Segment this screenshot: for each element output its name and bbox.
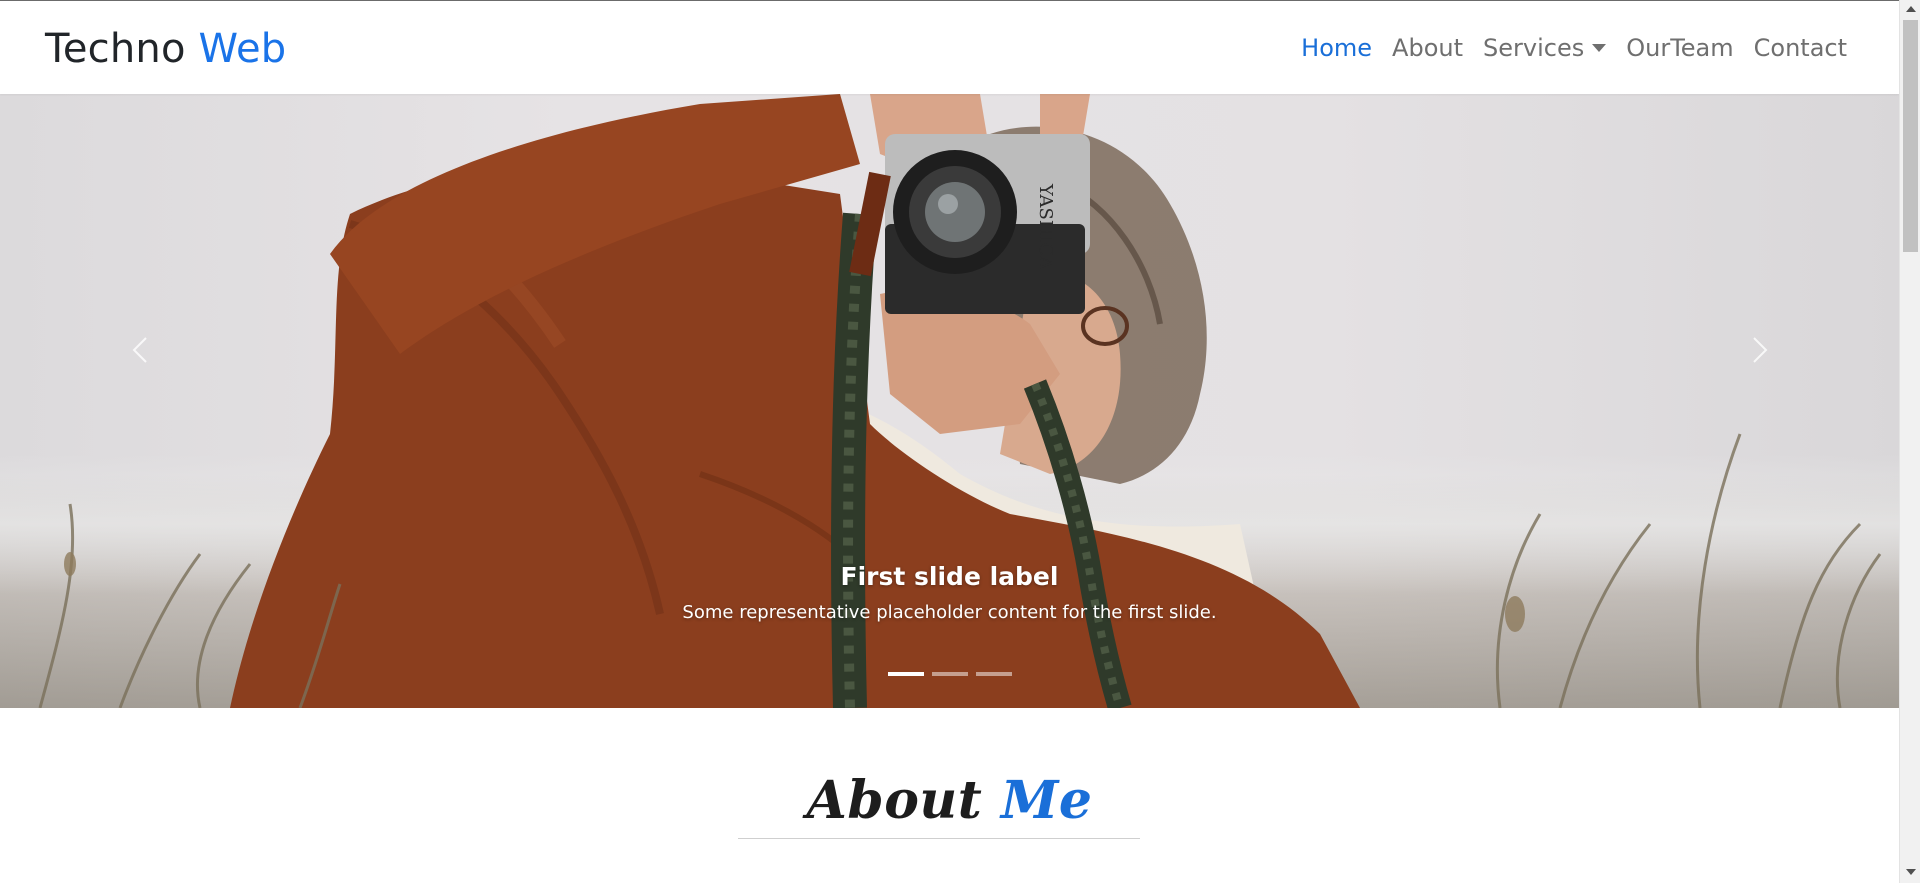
- page-scrollbar[interactable]: [1899, 0, 1920, 883]
- chevron-left-icon: [132, 337, 147, 363]
- nav-ourteam[interactable]: OurTeam: [1626, 31, 1733, 65]
- about-heading: About Me: [0, 770, 1899, 831]
- nav-home[interactable]: Home: [1301, 31, 1372, 65]
- carousel-caption-title: First slide label: [840, 562, 1059, 591]
- brand-primary: Techno: [45, 26, 186, 72]
- scrollbar-thumb[interactable]: [1903, 20, 1918, 252]
- brand-accent: Web: [198, 26, 287, 72]
- nav-contact[interactable]: Contact: [1754, 31, 1847, 65]
- nav-services-label: Services: [1483, 34, 1585, 62]
- chevron-right-icon: [1753, 337, 1768, 363]
- carousel-indicators: [0, 672, 1899, 676]
- caret-down-icon: [1592, 44, 1607, 52]
- scroll-up-icon[interactable]: [1906, 6, 1916, 12]
- page: Techno Web Home About Services OurTeam C…: [0, 0, 1899, 883]
- camera-brand-text: YASHICA: [1035, 183, 1056, 270]
- hero-carousel: YASHICA First slide label Some represent…: [0, 94, 1899, 708]
- about-heading-primary: About: [806, 770, 983, 831]
- scroll-down-icon[interactable]: [1906, 869, 1916, 875]
- carousel-indicator-3[interactable]: [975, 672, 1012, 676]
- nav-about[interactable]: About: [1392, 31, 1463, 65]
- carousel-indicator-2[interactable]: [931, 672, 968, 676]
- carousel-indicator-1[interactable]: [887, 672, 924, 676]
- brand-logo[interactable]: Techno Web: [45, 25, 286, 73]
- nav-services-dropdown[interactable]: Services: [1483, 31, 1607, 65]
- carousel-next-button[interactable]: [1728, 320, 1788, 380]
- about-divider: [738, 838, 1140, 839]
- carousel-prev-button[interactable]: [112, 320, 172, 380]
- carousel-caption-text: Some representative placeholder content …: [682, 602, 1217, 623]
- about-section: About Me: [0, 708, 1899, 883]
- about-heading-accent: Me: [1000, 770, 1093, 831]
- nav-links: Home About Services OurTeam Contact: [1301, 31, 1847, 65]
- navbar: Techno Web Home About Services OurTeam C…: [0, 0, 1899, 94]
